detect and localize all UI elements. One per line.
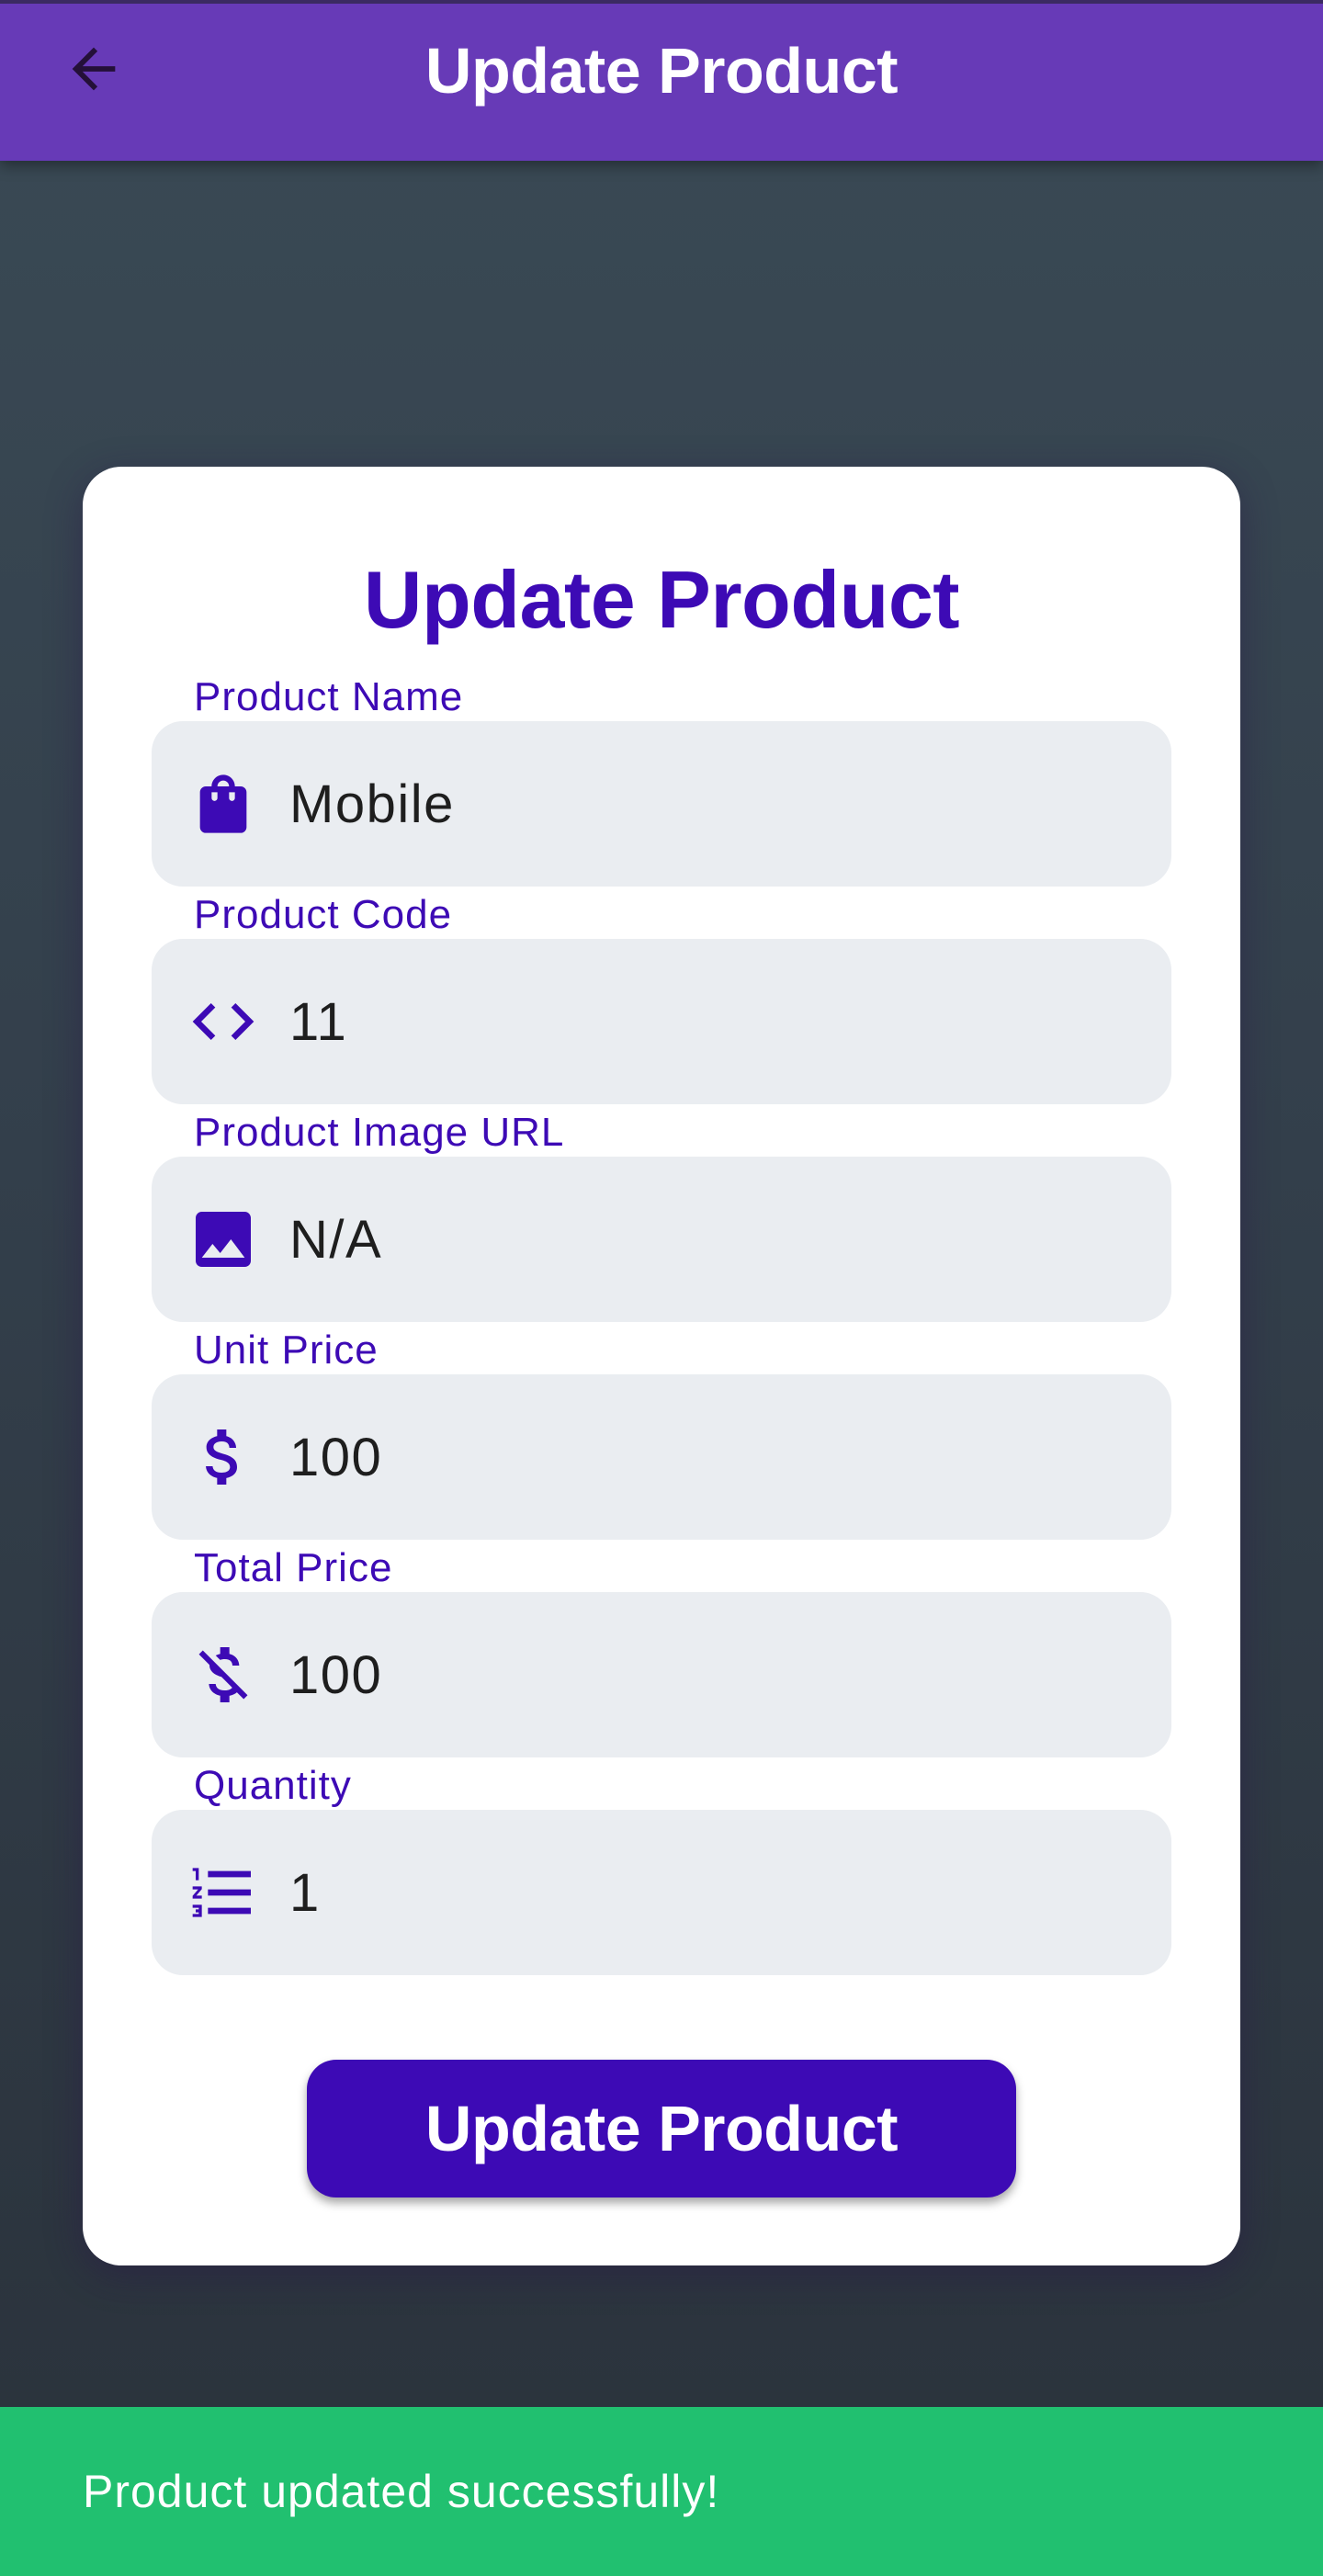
product-name-field[interactable]: Product Name Mobile: [152, 674, 1171, 887]
app-bar: Update Product: [0, 0, 1323, 161]
numbered-list-icon: [187, 1856, 260, 1929]
shopping-bag-icon: [187, 767, 260, 841]
product-name-label: Product Name: [194, 674, 464, 719]
app-bar-title: Update Product: [424, 35, 899, 107]
total-price-label: Total Price: [194, 1545, 393, 1590]
product-code-value: 11: [289, 992, 348, 1052]
quantity-field[interactable]: Quantity 1: [152, 1763, 1171, 1975]
image-icon: [187, 1203, 260, 1276]
quantity-label: Quantity: [194, 1763, 352, 1808]
total-price-field[interactable]: Total Price 100: [152, 1545, 1171, 1757]
product-image-url-label: Product Image URL: [194, 1110, 565, 1155]
update-product-button[interactable]: Update Product: [307, 2060, 1016, 2198]
product-name-value: Mobile: [289, 774, 455, 834]
code-icon: [187, 985, 260, 1058]
money-off-icon: [187, 1638, 260, 1712]
dollar-icon: [187, 1420, 260, 1494]
unit-price-value: 100: [289, 1428, 383, 1487]
unit-price-field[interactable]: Unit Price 100: [152, 1328, 1171, 1540]
product-code-field[interactable]: Product Code 11: [152, 892, 1171, 1104]
total-price-value: 100: [289, 1645, 383, 1705]
quantity-value: 1: [289, 1863, 321, 1923]
unit-price-label: Unit Price: [194, 1328, 379, 1373]
update-product-card: Update Product Product Name Mobile Produ…: [83, 467, 1240, 2265]
form-title: Update Product: [363, 554, 960, 645]
product-image-url-value: N/A: [289, 1210, 383, 1270]
product-code-label: Product Code: [194, 892, 453, 937]
snackbar: Product updated successfully!: [0, 2407, 1323, 2576]
product-image-url-field[interactable]: Product Image URL N/A: [152, 1110, 1171, 1322]
snackbar-message: Product updated successfully!: [83, 2466, 720, 2517]
